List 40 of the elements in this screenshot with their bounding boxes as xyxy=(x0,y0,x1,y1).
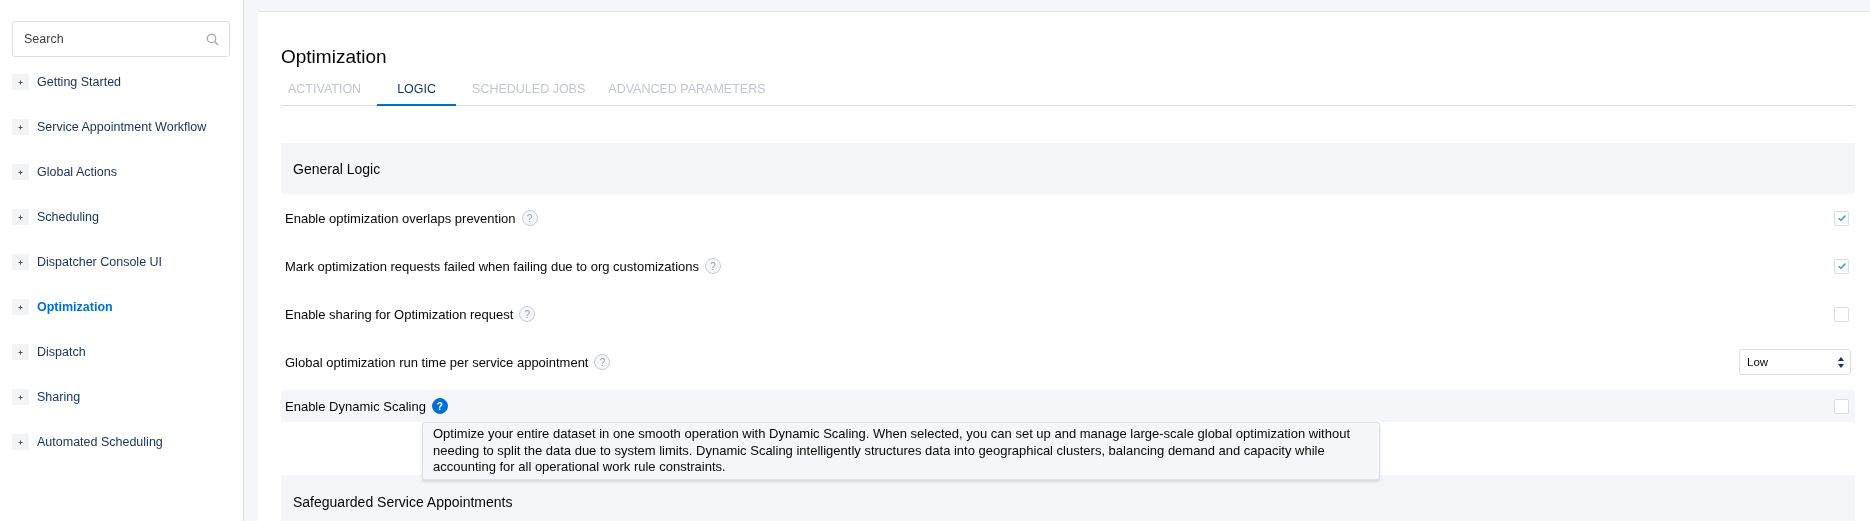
search-field[interactable]: Search xyxy=(12,21,230,57)
search-icon xyxy=(206,32,219,46)
help-icon[interactable]: ? xyxy=(431,398,448,414)
expand-icon[interactable] xyxy=(12,73,29,90)
tab[interactable]: LOGIC xyxy=(377,82,457,106)
help-tooltip: Optimize your entire dataset in one smooth operation with Dynamic Scaling. When selected, you can set up and manage large-scale global optimization without needing to split the data due to system limits. Dynamic Scaling intelligently structures data into geographical clusters, balancing demand and capacity while accounting for all operational work rule constraints. xyxy=(422,422,1380,480)
checkbox[interactable] xyxy=(1834,306,1849,322)
sidebar-item[interactable]: Service Appointment Workflow xyxy=(37,119,207,134)
setting-label: Mark optimization requests failed when failing due to org customizations xyxy=(285,258,700,274)
page-title: Optimization xyxy=(281,45,388,69)
expand-icon[interactable] xyxy=(12,343,29,360)
checkmark-icon xyxy=(1836,262,1847,270)
sidebar-item[interactable]: Optimization xyxy=(37,299,113,314)
checkmark-icon xyxy=(1836,214,1847,222)
search-input[interactable]: Search xyxy=(22,31,206,47)
expand-icon[interactable] xyxy=(12,253,29,270)
checkbox[interactable] xyxy=(1834,210,1849,226)
expand-icon[interactable] xyxy=(12,388,29,405)
expand-icon[interactable] xyxy=(12,298,29,315)
expand-icon[interactable] xyxy=(12,163,29,180)
setting-label: Global optimization run time per service appointment xyxy=(285,354,589,370)
sidebar-item[interactable]: Getting Started xyxy=(37,74,122,89)
setting-label: Enable optimization overlaps prevention xyxy=(285,210,516,226)
sidebar-item[interactable]: Scheduling xyxy=(37,209,99,224)
checkbox[interactable] xyxy=(1834,258,1849,274)
expand-icon[interactable] xyxy=(12,208,29,225)
section-title: Safeguarded Service Appointments xyxy=(293,495,513,509)
expand-icon[interactable] xyxy=(12,433,29,450)
sidebar-item[interactable]: Sharing xyxy=(37,389,81,404)
sidebar-item[interactable]: Dispatcher Console UI xyxy=(37,254,163,269)
expand-icon[interactable] xyxy=(12,118,29,135)
dropdown-select[interactable]: Low xyxy=(1739,349,1851,375)
sidebar-item[interactable]: Global Actions xyxy=(37,164,117,179)
sidebar-item[interactable]: Dispatch xyxy=(37,344,86,359)
spinner-arrows-icon xyxy=(1838,356,1844,368)
section-title: General Logic xyxy=(293,160,381,177)
sidebar-item[interactable]: Automated Scheduling xyxy=(37,434,163,449)
setting-label: Enable sharing for Optimization request xyxy=(285,306,514,322)
checkbox[interactable] xyxy=(1834,398,1849,414)
setting-label: Enable Dynamic Scaling xyxy=(285,398,426,414)
